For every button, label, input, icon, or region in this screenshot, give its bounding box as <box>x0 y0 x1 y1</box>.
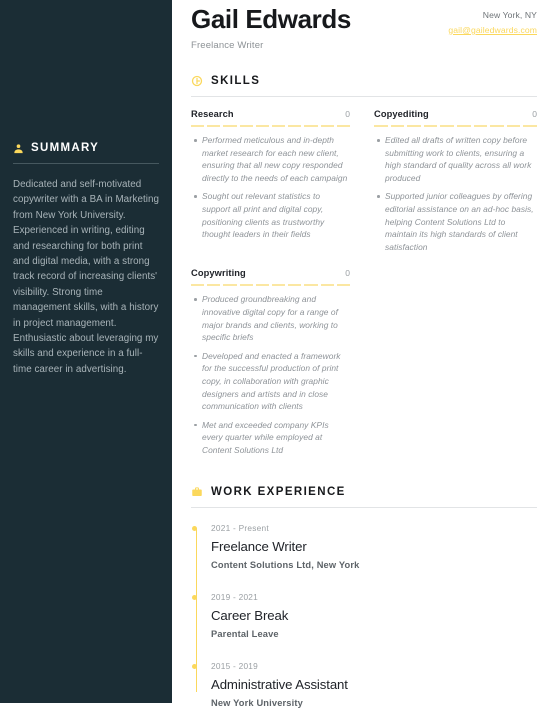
rating-segment[interactable] <box>374 125 388 127</box>
skill-name: Copyediting <box>374 109 429 119</box>
skill-bullets: Performed meticulous and in-depth market… <box>191 134 350 241</box>
skill-block-research: Research 0 Performed meticulous and in-d… <box>191 109 364 259</box>
summary-text: Dedicated and self-motivated copywriter … <box>13 179 159 375</box>
work-experience-header: WORK EXPERIENCE <box>191 486 537 498</box>
skill-name-row: Copyediting 0 <box>374 109 537 119</box>
sidebar-summary-section: SUMMARY Dedicated and self-motivated cop… <box>13 142 159 377</box>
rating-segment[interactable] <box>239 125 253 127</box>
briefcase-icon <box>191 486 203 498</box>
main-content: Gail Edwards Freelance Writer New York, … <box>172 0 551 708</box>
rating-segment[interactable] <box>207 284 221 287</box>
rating-segment[interactable] <box>440 125 454 127</box>
rating-segment[interactable] <box>304 125 318 127</box>
skills-section: SKILLS Research 0 Performed meticulous a… <box>191 75 537 462</box>
skill-rating-bar[interactable] <box>191 284 351 287</box>
resume-header: Gail Edwards Freelance Writer New York, … <box>191 0 537 51</box>
rating-segment[interactable] <box>255 125 270 127</box>
skill-rating-bar[interactable] <box>374 125 537 127</box>
rating-segment[interactable] <box>336 125 351 127</box>
skill-name: Copywriting <box>191 268 246 279</box>
skill-bullet: Produced groundbreaking and innovative d… <box>194 293 350 343</box>
work-experience-section: WORK EXPERIENCE 2021 - Present Freelance… <box>191 486 537 708</box>
work-entry-organization: New York University <box>211 698 303 708</box>
rating-segment[interactable] <box>191 125 205 127</box>
skill-bullet: Edited all drafts of written copy before… <box>377 134 537 184</box>
job-title: Freelance Writer <box>191 40 264 51</box>
skill-bullets: Produced groundbreaking and innovative d… <box>191 293 350 456</box>
rating-segment[interactable] <box>288 125 302 127</box>
rating-segment[interactable] <box>523 125 537 127</box>
rating-segment[interactable] <box>423 125 438 127</box>
skill-name-row: Copywriting 0 <box>191 268 350 278</box>
sidebar: SUMMARY Dedicated and self-motivated cop… <box>0 0 172 703</box>
rating-segment[interactable] <box>320 284 334 287</box>
work-entry: 2015 - 2019 Administrative Assistant New… <box>191 661 537 708</box>
person-icon <box>13 143 24 154</box>
skills-header: SKILLS <box>191 75 537 87</box>
rating-segment[interactable] <box>304 284 318 287</box>
contact-email[interactable]: gail@gailedwards.com <box>448 25 537 35</box>
work-entry-organization: Content Solutions Ltd, New York <box>211 560 360 571</box>
work-entry-date: 2019 - 2021 <box>211 592 259 603</box>
rating-segment[interactable] <box>272 125 286 127</box>
skill-name-row: Research 0 <box>191 109 350 119</box>
skills-title: SKILLS <box>211 75 261 87</box>
resume-page: SUMMARY Dedicated and self-motivated cop… <box>0 0 551 708</box>
contact-location: New York, NY <box>482 10 537 20</box>
work-entry-role: Administrative Assistant <box>211 677 348 693</box>
skill-bullet: Performed meticulous and in-depth market… <box>194 134 350 184</box>
work-entry-role: Career Break <box>211 608 289 624</box>
rating-segment[interactable] <box>207 125 221 127</box>
work-entry-date: 2015 - 2019 <box>211 661 259 672</box>
rating-segment[interactable] <box>255 284 270 287</box>
skill-bullet: Supported junior colleagues by offering … <box>377 190 537 253</box>
skill-bullets: Edited all drafts of written copy before… <box>374 134 537 253</box>
work-experience-title: WORK EXPERIENCE <box>211 486 346 499</box>
summary-title: SUMMARY <box>31 142 100 154</box>
work-entry: 2019 - 2021 Career Break Parental Leave <box>191 592 537 640</box>
rating-segment[interactable] <box>506 125 521 127</box>
skill-level: 0 <box>345 109 350 119</box>
identity-block: Gail Edwards Freelance Writer <box>191 4 351 51</box>
skill-block-empty <box>364 268 537 462</box>
skill-rating-bar[interactable] <box>191 125 351 127</box>
work-entry-organization: Parental Leave <box>211 629 279 640</box>
skill-block-copywriting: Copywriting 0 Produced groundbreaking an… <box>191 268 364 462</box>
page-title: Gail Edwards <box>191 4 351 34</box>
work-entry-role: Freelance Writer <box>211 539 307 555</box>
rating-segment[interactable] <box>191 284 205 287</box>
skill-level: 0 <box>345 268 350 279</box>
contact-block: New York, NY gail@gailedwards.com <box>448 4 537 38</box>
rating-segment[interactable] <box>490 125 504 127</box>
rating-segment[interactable] <box>407 125 421 127</box>
skills-row-spacer <box>191 259 537 268</box>
skill-bullet: Met and exceeded company KPIs every quar… <box>194 419 350 457</box>
skill-bullet: Sought out relevant statistics to suppor… <box>194 190 350 240</box>
summary-header: SUMMARY <box>13 142 159 154</box>
rating-segment[interactable] <box>473 125 488 127</box>
rating-segment[interactable] <box>390 125 405 127</box>
rating-segment[interactable] <box>336 284 351 287</box>
skill-block-copyediting: Copyediting 0 Edited all drafts of writt… <box>364 109 537 259</box>
work-entry: 2021 - Present Freelance Writer Content … <box>191 523 537 571</box>
rating-segment[interactable] <box>223 125 237 127</box>
skill-bullet: Developed and enacted a framework for th… <box>194 350 350 413</box>
rating-segment[interactable] <box>223 284 237 287</box>
skill-name: Research <box>191 109 234 119</box>
rating-segment[interactable] <box>320 125 334 127</box>
lightbulb-icon <box>191 75 203 87</box>
rating-segment[interactable] <box>456 125 471 127</box>
skills-divider <box>191 96 537 97</box>
work-timeline: 2021 - Present Freelance Writer Content … <box>191 523 537 708</box>
rating-segment[interactable] <box>288 284 302 287</box>
work-experience-divider <box>191 507 537 509</box>
work-entry-date: 2021 - Present <box>211 523 269 534</box>
skills-grid: Research 0 Performed meticulous and in-d… <box>191 109 537 462</box>
summary-divider <box>13 163 159 164</box>
rating-segment[interactable] <box>239 284 253 287</box>
rating-segment[interactable] <box>272 284 286 287</box>
skill-level: 0 <box>532 109 537 119</box>
